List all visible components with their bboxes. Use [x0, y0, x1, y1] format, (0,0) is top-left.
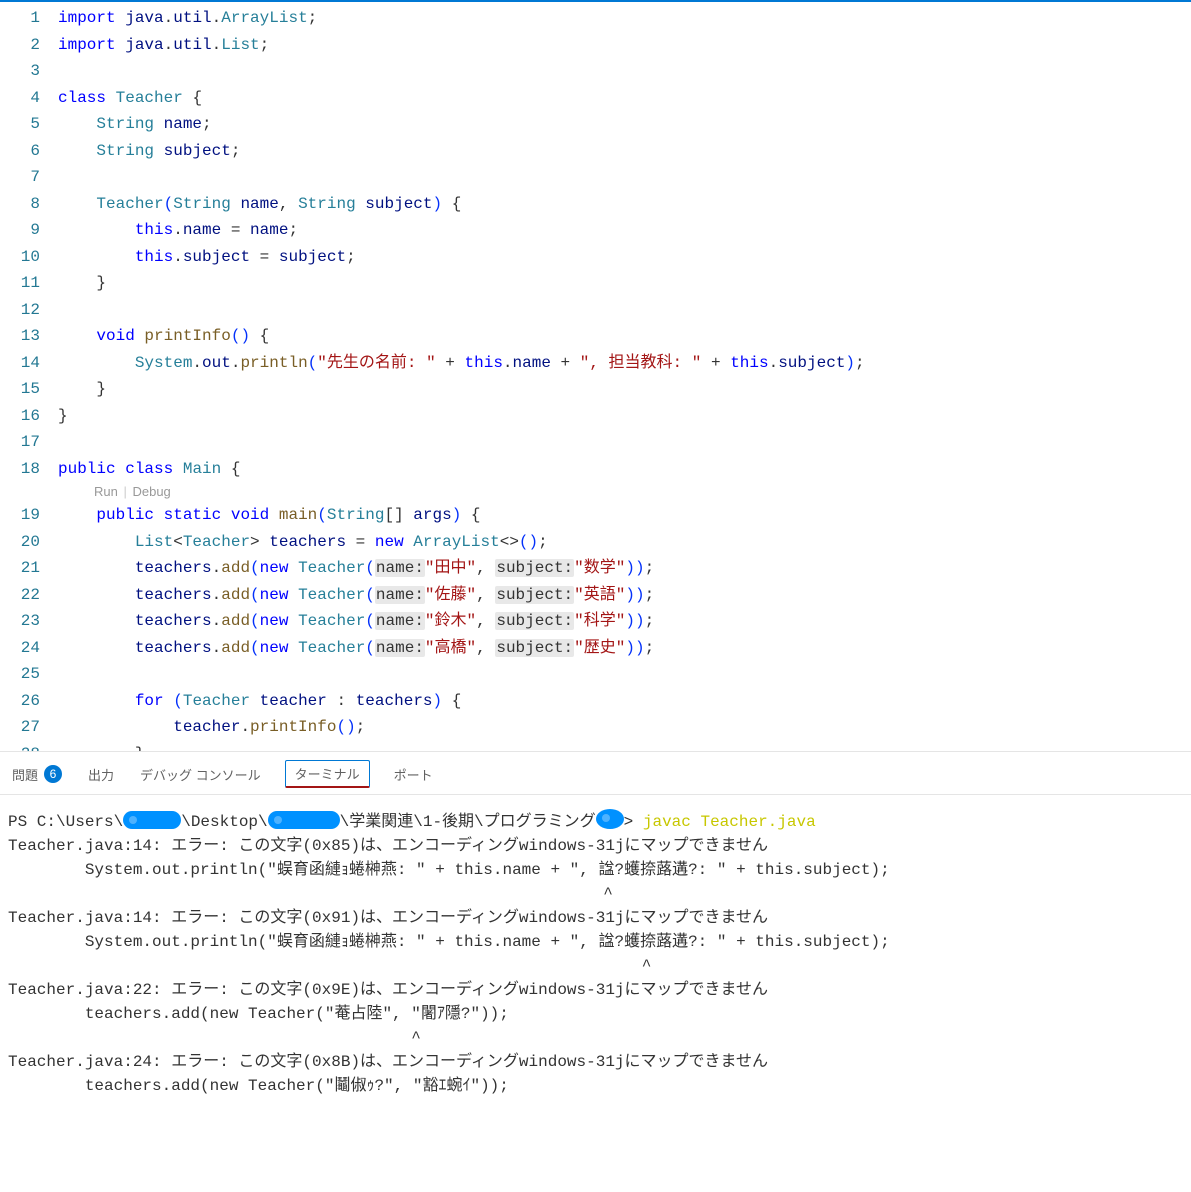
problems-count-badge: 6	[44, 765, 62, 783]
code-line[interactable]	[58, 164, 1191, 191]
code-line[interactable]	[58, 58, 1191, 85]
code-line[interactable]: class Teacher {	[58, 85, 1191, 112]
line-number: 13	[0, 323, 40, 350]
redacted-folder	[268, 811, 340, 829]
code-line[interactable]: }	[58, 270, 1191, 297]
terminal-line: ^	[8, 882, 1183, 906]
tab-output[interactable]: 出力	[86, 761, 116, 788]
codelens: Run | Debug	[58, 482, 1191, 502]
line-number: 17	[0, 429, 40, 456]
tab-problems-label: 問題	[12, 765, 38, 784]
code-line[interactable]: void printInfo() {	[58, 323, 1191, 350]
code-line[interactable]: import java.util.List;	[58, 32, 1191, 59]
line-number: 5	[0, 111, 40, 138]
line-number: 20	[0, 529, 40, 556]
code-line[interactable]: teachers.add(new Teacher(name:"田中", subj…	[58, 555, 1191, 582]
line-number: 11	[0, 270, 40, 297]
line-number: 26	[0, 688, 40, 715]
code-content[interactable]: import java.util.ArrayList;import java.u…	[58, 2, 1191, 751]
line-number: 25	[0, 661, 40, 688]
terminal-line: Teacher.java:14: エラー: この文字(0x91)は、エンコーディ…	[8, 906, 1183, 930]
line-number: 27	[0, 714, 40, 741]
line-number: 18	[0, 456, 40, 483]
line-number: 8	[0, 191, 40, 218]
code-line[interactable]	[58, 297, 1191, 324]
code-line[interactable]	[58, 429, 1191, 456]
code-line[interactable]: System.out.println("先生の名前: " + this.name…	[58, 350, 1191, 377]
redacted-spot	[596, 809, 624, 829]
code-line[interactable]: this.subject = subject;	[58, 244, 1191, 271]
code-line[interactable]: for (Teacher teacher : teachers) {	[58, 688, 1191, 715]
terminal-line: System.out.println("蜈育函縺ｮ蜷榊燕: " + this.n…	[8, 930, 1183, 954]
code-line[interactable]: Teacher(String name, String subject) {	[58, 191, 1191, 218]
code-line[interactable]: public static void main(String[] args) {	[58, 502, 1191, 529]
terminal-line: ^	[8, 954, 1183, 978]
line-number: 24	[0, 635, 40, 662]
codelens-run[interactable]: Run	[94, 484, 118, 499]
terminal-output[interactable]: PS C:\Users\\Desktop\\学業関連\1-後期\プログラミング>…	[0, 795, 1191, 1106]
tab-debug-console[interactable]: デバッグ コンソール	[138, 761, 263, 788]
code-line[interactable]: this.name = name;	[58, 217, 1191, 244]
code-line[interactable]: }	[58, 741, 1191, 753]
code-editor[interactable]: 1234567891011121314151617181920212223242…	[0, 2, 1191, 752]
code-line[interactable]: List<Teacher> teachers = new ArrayList<>…	[58, 529, 1191, 556]
code-line[interactable]	[58, 661, 1191, 688]
line-number: 19	[0, 502, 40, 529]
line-number: 16	[0, 403, 40, 430]
terminal-command: javac Teacher.java	[643, 813, 816, 831]
line-number: 21	[0, 555, 40, 582]
line-number: 14	[0, 350, 40, 377]
line-number: 2	[0, 32, 40, 59]
terminal-line: teachers.add(new Teacher("菴占陸", "闍ｱ隱?"))…	[8, 1002, 1183, 1026]
panel-tabs: 問題 6 出力 デバッグ コンソール ターミナル ポート	[0, 752, 1191, 795]
code-line[interactable]: String name;	[58, 111, 1191, 138]
terminal-line: System.out.println("蜈育函縺ｮ蜷榊燕: " + this.n…	[8, 858, 1183, 882]
code-line[interactable]: public class Main {	[58, 456, 1191, 483]
line-number-gutter: 1234567891011121314151617181920212223242…	[0, 2, 58, 751]
redacted-username	[123, 811, 181, 829]
tab-problems[interactable]: 問題 6	[10, 761, 64, 788]
line-number: 22	[0, 582, 40, 609]
code-line[interactable]: teachers.add(new Teacher(name:"佐藤", subj…	[58, 582, 1191, 609]
terminal-prompt-line: PS C:\Users\\Desktop\\学業関連\1-後期\プログラミング>…	[8, 809, 1183, 834]
terminal-line: Teacher.java:22: エラー: この文字(0x9E)は、エンコーディ…	[8, 978, 1183, 1002]
code-line[interactable]: teacher.printInfo();	[58, 714, 1191, 741]
tab-terminal[interactable]: ターミナル	[285, 760, 370, 788]
line-number: 12	[0, 297, 40, 324]
line-number: 23	[0, 608, 40, 635]
code-line[interactable]: import java.util.ArrayList;	[58, 5, 1191, 32]
line-number: 15	[0, 376, 40, 403]
code-line[interactable]: String subject;	[58, 138, 1191, 165]
code-line[interactable]: }	[58, 403, 1191, 430]
code-line[interactable]: teachers.add(new Teacher(name:"高橋", subj…	[58, 635, 1191, 662]
terminal-line: ^	[8, 1026, 1183, 1050]
line-number: 10	[0, 244, 40, 271]
code-line[interactable]: }	[58, 376, 1191, 403]
tab-ports[interactable]: ポート	[392, 761, 435, 788]
line-number: 3	[0, 58, 40, 85]
line-number: 4	[0, 85, 40, 112]
terminal-line: Teacher.java:24: エラー: この文字(0x8B)は、エンコーディ…	[8, 1050, 1183, 1074]
line-number: 6	[0, 138, 40, 165]
line-number: 7	[0, 164, 40, 191]
terminal-line: Teacher.java:14: エラー: この文字(0x85)は、エンコーディ…	[8, 834, 1183, 858]
line-number: 1	[0, 5, 40, 32]
terminal-line: teachers.add(new Teacher("鬮俶ｩ?", "豁ｴ蜿ｲ")…	[8, 1074, 1183, 1098]
line-number: 9	[0, 217, 40, 244]
codelens-debug[interactable]: Debug	[132, 484, 170, 499]
code-line[interactable]: teachers.add(new Teacher(name:"鈴木", subj…	[58, 608, 1191, 635]
line-number: 28	[0, 741, 40, 753]
